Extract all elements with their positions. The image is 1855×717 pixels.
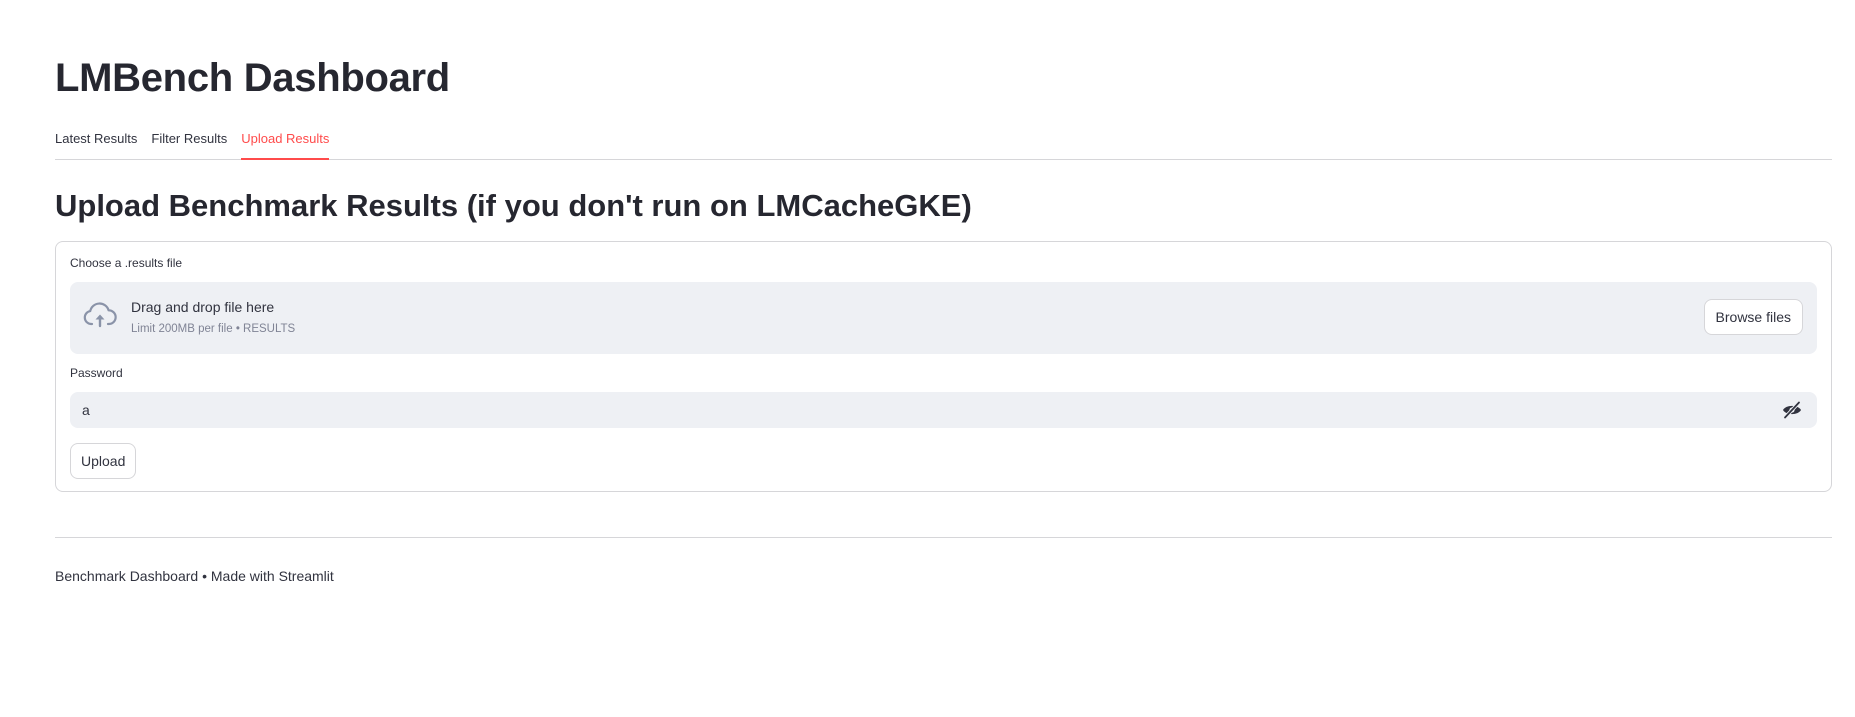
eye-slash-icon[interactable]	[1781, 400, 1803, 420]
dropzone-instructions: Drag and drop file here	[131, 299, 275, 315]
upload-form: Choose a .results file Drag and drop fil…	[55, 241, 1832, 492]
file-dropzone[interactable]: Drag and drop file here Limit 200MB per …	[70, 282, 1817, 354]
upload-section-title: Upload Benchmark Results (if you don't r…	[55, 188, 972, 223]
password-label: Password	[70, 366, 123, 380]
footer-text: Benchmark Dashboard • Made with Streamli…	[55, 568, 334, 584]
password-input[interactable]	[70, 392, 1770, 428]
browse-files-button[interactable]: Browse files	[1703, 299, 1803, 335]
tab-latest-results[interactable]: Latest Results	[55, 127, 137, 153]
tab-filter-results[interactable]: Filter Results	[151, 127, 227, 153]
cloud-upload-icon	[83, 302, 117, 330]
tab-upload-results[interactable]: Upload Results	[241, 127, 330, 160]
password-field	[70, 392, 1817, 428]
dropzone-limit-text: Limit 200MB per file • RESULTS	[131, 323, 296, 335]
app-title: LMBench Dashboard	[55, 56, 450, 100]
file-uploader-label: Choose a .results file	[70, 256, 183, 270]
footer-divider	[55, 537, 1832, 538]
upload-button[interactable]: Upload	[70, 443, 137, 479]
tab-bar: Latest Results Filter Results Upload Res…	[55, 127, 1832, 160]
